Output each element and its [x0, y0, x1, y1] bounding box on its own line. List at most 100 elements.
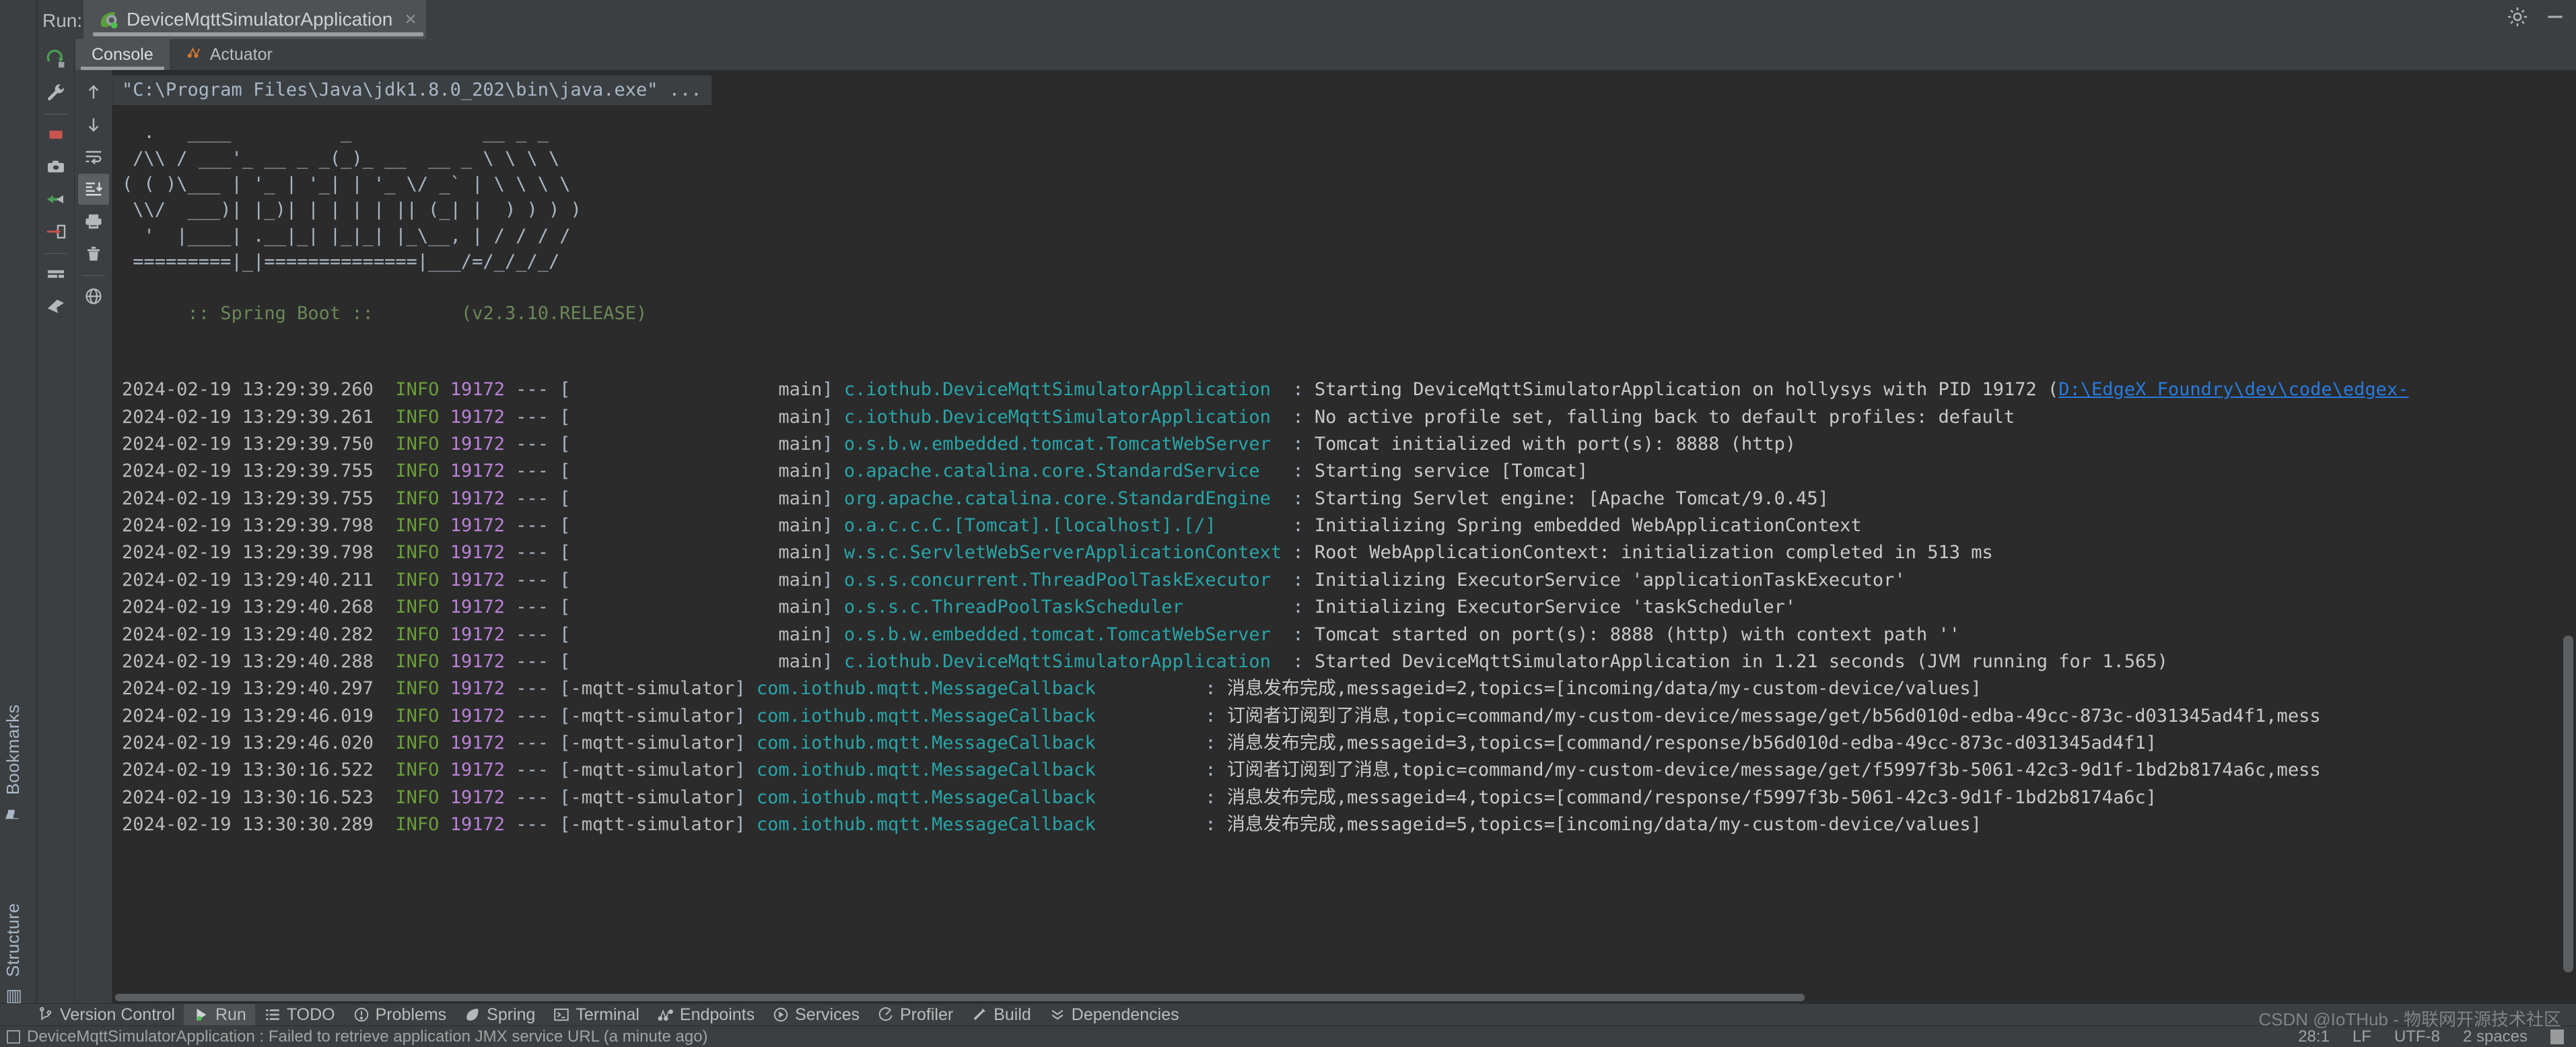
run-configuration-tab[interactable]: DeviceMqttSimulatorApplication × — [83, 0, 426, 39]
browser-icon[interactable] — [78, 281, 109, 312]
log-separator: --- [ — [504, 597, 571, 618]
up-arrow-icon[interactable] — [78, 77, 109, 108]
log-pid: 19172 — [450, 461, 505, 482]
log-separator: : — [1095, 786, 1227, 808]
print-icon[interactable] — [78, 206, 109, 237]
bottom-bar-item-services[interactable]: Services — [763, 1004, 868, 1026]
scrollbar-thumb[interactable] — [115, 994, 1805, 1001]
tab-actuator[interactable]: Actuator — [170, 39, 289, 70]
log-gap — [439, 515, 450, 536]
log-separator: ] — [822, 650, 844, 672]
log-line: 2024-02-19 13:29:40.268 INFO 19172 --- [… — [112, 594, 2576, 621]
input-arrow-icon[interactable] — [40, 216, 71, 247]
log-pid: 19172 — [450, 487, 505, 509]
bottom-bar-item-dependencies[interactable]: Dependencies — [1040, 1004, 1188, 1026]
bottom-bar-item-todo[interactable]: TODO — [255, 1004, 344, 1026]
log-separator: ] — [734, 814, 757, 836]
log-logger: o.apache.catalina.core.StandardService — [843, 461, 1260, 482]
bottom-bar-item-profiler[interactable]: Profiler — [868, 1004, 962, 1026]
log-message: 消息发布完成,messageid=4,topics=[command/respo… — [1226, 786, 2157, 808]
log-separator: ] — [734, 678, 757, 700]
thread-dump-icon[interactable] — [40, 184, 71, 215]
log-logger: o.s.s.c.ThreadPoolTaskScheduler — [843, 597, 1183, 618]
run-window-label: Run: — [42, 10, 83, 31]
sidebar-item-structure[interactable]: ▤ Structure — [3, 903, 24, 1007]
soft-wrap-icon[interactable] — [78, 141, 109, 172]
sidebar-item-bookmarks[interactable]: ⚑ Bookmarks — [3, 704, 24, 825]
console-vertical-scrollbar[interactable] — [2560, 70, 2576, 1003]
log-timestamp: 2024-02-19 13:29:39.798 — [122, 542, 396, 564]
trash-icon[interactable] — [78, 238, 109, 269]
log-separator: : — [1270, 650, 1315, 672]
watermark: CSDN @IoTHub - 物联网开源技术社区 — [2258, 1009, 2561, 1029]
down-arrow-icon[interactable] — [78, 109, 109, 140]
log-thread: main — [570, 515, 823, 537]
log-separator: --- [ — [504, 434, 571, 454]
lock-icon[interactable] — [2550, 1029, 2564, 1044]
log-separator: ] — [822, 623, 844, 645]
terminal-icon — [553, 1006, 570, 1023]
bottom-bar-item-terminal[interactable]: Terminal — [544, 1004, 648, 1026]
log-timestamp: 2024-02-19 13:29:39.261 — [122, 406, 396, 428]
log-line: 2024-02-19 13:30:30.289 INFO 19172 --- [… — [112, 811, 2576, 838]
log-level: INFO — [395, 623, 440, 645]
scroll-to-end-icon[interactable] — [78, 174, 109, 205]
log-line: 2024-02-19 13:29:39.798 INFO 19172 --- [… — [112, 512, 2576, 539]
log-gap — [439, 787, 450, 808]
log-separator: ] — [822, 515, 844, 537]
log-separator: : — [1095, 759, 1227, 781]
log-message: 订阅者订阅到了消息,topic=command/my-custom-device… — [1226, 759, 2321, 781]
bottom-bar-item-version-control[interactable]: Version Control — [28, 1004, 184, 1026]
dependencies-icon — [1049, 1006, 1066, 1023]
log-timestamp: 2024-02-19 13:29:46.020 — [122, 732, 396, 753]
structure-label: Structure — [3, 902, 23, 977]
log-logger: o.s.s.concurrent.ThreadPoolTaskExecutor — [843, 569, 1271, 590]
log-lines: 2024-02-19 13:29:39.260 INFO 19172 --- [… — [112, 376, 2576, 838]
log-link[interactable]: D:\EdgeX Foundry\dev\code\edgex- — [2058, 379, 2408, 400]
bottom-bar-item-label: Spring — [487, 1005, 536, 1024]
log-pid: 19172 — [450, 650, 505, 672]
log-timestamp: 2024-02-19 13:29:39.750 — [122, 434, 396, 454]
run-tab-title: DeviceMqttSimulatorApplication — [127, 9, 393, 30]
console-scroll-toolbar — [75, 70, 112, 1003]
camera-icon[interactable] — [40, 151, 71, 182]
log-message: No active profile set, falling back to d… — [1314, 406, 2015, 428]
rerun-icon[interactable] — [40, 44, 71, 75]
status-bar: DeviceMqttSimulatorApplication : Failed … — [0, 1025, 2576, 1047]
log-separator: --- [ — [504, 515, 571, 537]
log-separator: --- [ — [504, 542, 571, 564]
log-thread: -mqtt-simulator — [570, 814, 735, 836]
close-icon[interactable]: × — [405, 8, 417, 31]
log-separator: --- [ — [504, 759, 571, 781]
spring-boot-ascii-banner: . ____ _ __ _ _ /\\ / ___'_ __ _ _(_)_ _… — [122, 122, 582, 272]
console-horizontal-scrollbar[interactable] — [112, 992, 2576, 1003]
layout-icon[interactable] — [40, 259, 71, 290]
minimize-icon[interactable] — [2544, 5, 2567, 28]
console-output[interactable]: "C:\Program Files\Java\jdk1.8.0_202\bin\… — [112, 70, 2576, 1003]
log-gap — [439, 542, 450, 563]
log-logger: w.s.c.ServletWebServerApplicationContext — [843, 542, 1282, 564]
actuator-icon — [186, 44, 203, 66]
log-thread: main — [570, 379, 823, 401]
bottom-bar-item-label: Dependencies — [1071, 1005, 1179, 1024]
gear-icon[interactable] — [2506, 5, 2529, 28]
bottom-bar-item-build[interactable]: Build — [962, 1004, 1040, 1026]
log-thread: main — [570, 487, 823, 509]
tab-console[interactable]: Console — [75, 39, 170, 70]
log-timestamp: 2024-02-19 13:29:40.268 — [122, 597, 396, 618]
bottom-bar-item-label: TODO — [286, 1005, 335, 1024]
pin-icon[interactable] — [40, 291, 71, 322]
bottom-bar-item-label: Services — [795, 1005, 860, 1024]
bottom-bar-item-spring[interactable]: Spring — [455, 1004, 544, 1026]
bottom-bar-item-run[interactable]: Run — [183, 1003, 255, 1026]
status-message-area[interactable]: DeviceMqttSimulatorApplication : Failed … — [0, 1027, 708, 1046]
bottom-bar-item-label: Build — [994, 1005, 1031, 1024]
scrollbar-thumb[interactable] — [2563, 636, 2573, 972]
log-thread: main — [570, 434, 823, 454]
wrench-icon[interactable] — [40, 77, 71, 108]
bottom-bar-item-problems[interactable]: Problems — [344, 1004, 456, 1026]
log-pid: 19172 — [450, 814, 505, 836]
log-separator: ] — [734, 705, 757, 727]
stop-icon[interactable] — [40, 119, 71, 150]
bottom-bar-item-endpoints[interactable]: Endpoints — [648, 1004, 763, 1026]
